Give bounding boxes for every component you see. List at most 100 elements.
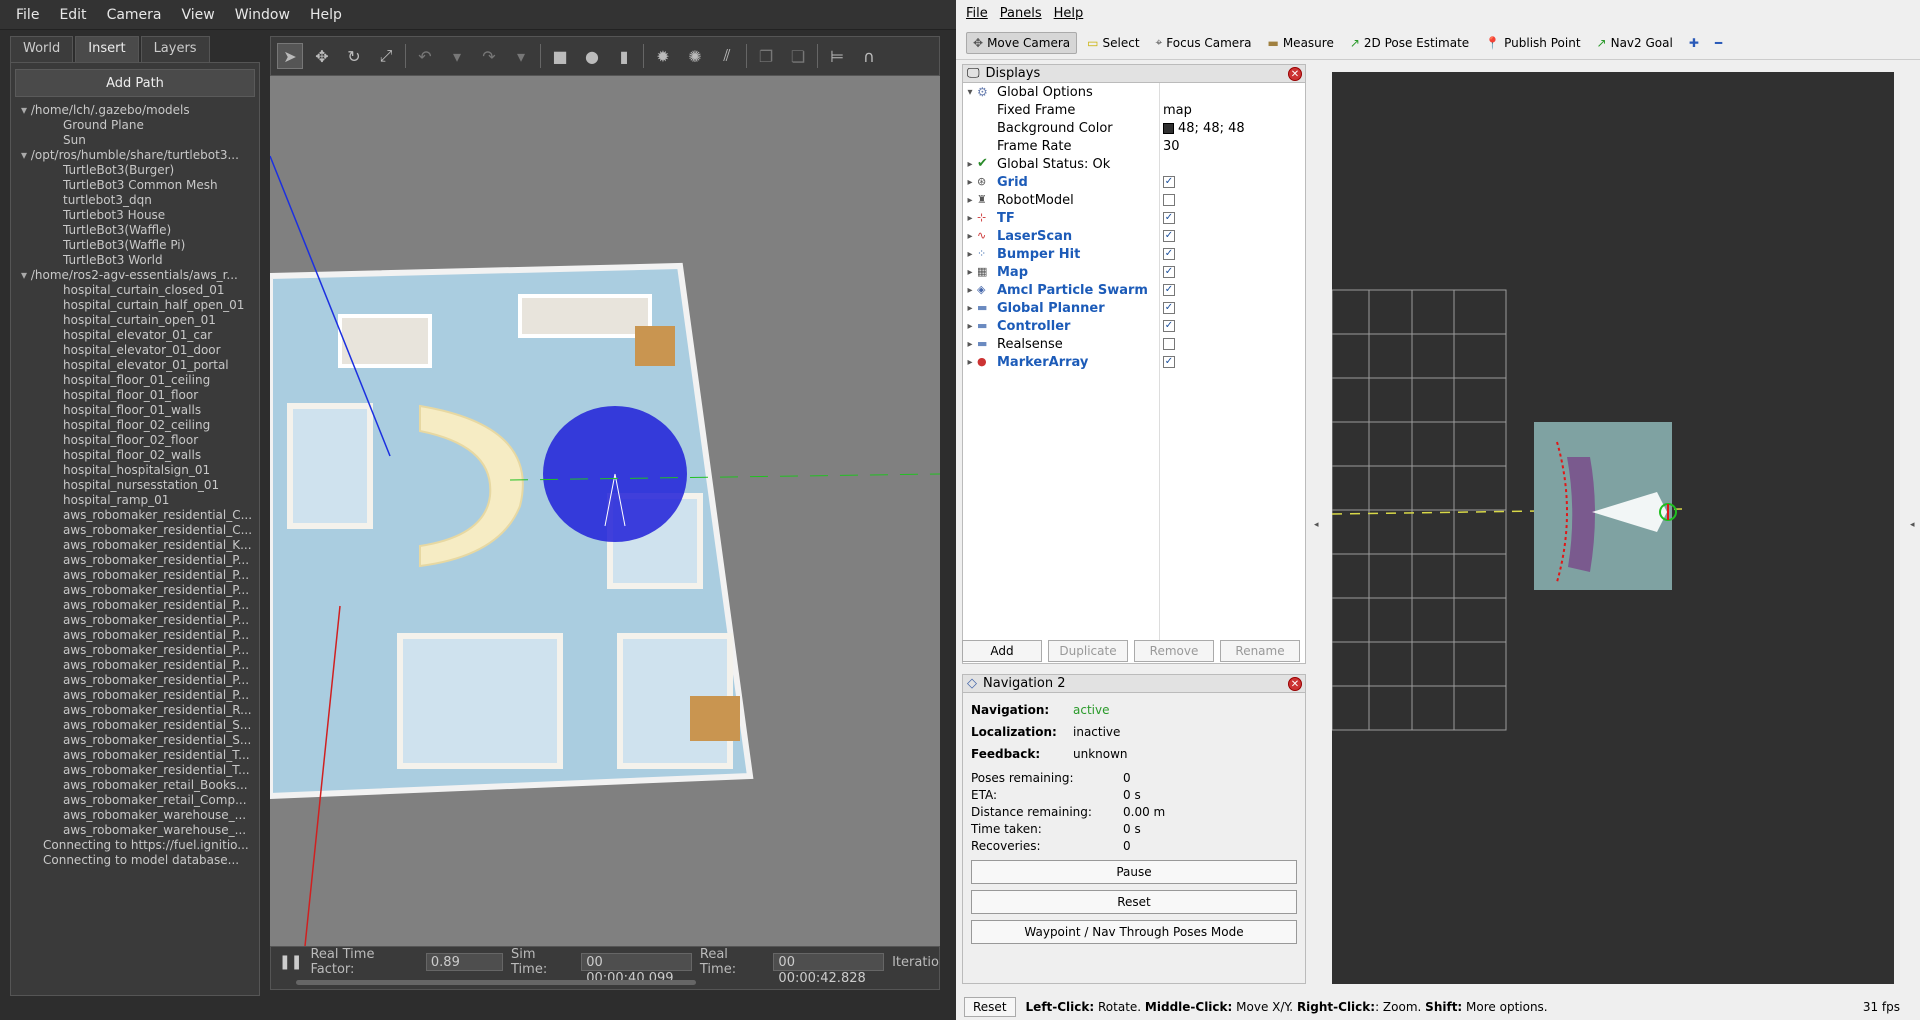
tool-pose-estimate[interactable]: ↗ 2D Pose Estimate <box>1344 33 1475 53</box>
display-checkbox[interactable]: ✓ <box>1163 320 1175 332</box>
tool-focus-camera[interactable]: ⌖ Focus Camera <box>1150 32 1258 53</box>
tree-folder[interactable]: /home/lch/.gazebo/models <box>15 103 259 118</box>
expand-icon[interactable]: ▸ <box>963 213 977 224</box>
menu-camera[interactable]: Camera <box>97 7 172 23</box>
tree-model-item[interactable]: aws_robomaker_retail_Comp... <box>15 793 259 808</box>
tree-model-item[interactable]: hospital_floor_01_floor <box>15 388 259 403</box>
rviz-menu-help[interactable]: Help <box>1048 6 1090 21</box>
menu-help[interactable]: Help <box>300 7 352 23</box>
box-icon[interactable]: ■ <box>547 43 573 69</box>
tree-model-item[interactable]: aws_robomaker_warehouse_... <box>15 808 259 823</box>
tree-model-item[interactable]: hospital_floor_02_walls <box>15 448 259 463</box>
display-row[interactable]: ▸ ♜ RobotModel <box>963 191 1305 209</box>
expand-icon[interactable]: ▸ <box>963 195 977 206</box>
display-checkbox[interactable]: ✓ <box>1163 248 1175 260</box>
status-scrollbar[interactable] <box>296 980 696 985</box>
undo-dropdown-icon[interactable]: ▾ <box>444 43 470 69</box>
expand-icon[interactable]: ▸ <box>963 249 977 260</box>
waypoint-mode-button[interactable]: Waypoint / Nav Through Poses Mode <box>971 920 1297 944</box>
display-checkbox[interactable]: ✓ <box>1163 302 1175 314</box>
tool-publish-point[interactable]: 📍 Publish Point <box>1479 33 1586 53</box>
display-checkbox[interactable]: ✓ <box>1163 266 1175 278</box>
option-row[interactable]: Frame Rate 30 <box>963 137 1305 155</box>
tree-model-item[interactable]: aws_robomaker_residential_P... <box>15 568 259 583</box>
display-row[interactable]: ▸ ⊛ Grid ✓ <box>963 173 1305 191</box>
tree-model-item[interactable]: Turtlebot3 House <box>15 208 259 223</box>
tree-model-item[interactable]: aws_robomaker_residential_P... <box>15 688 259 703</box>
tree-model-item[interactable]: aws_robomaker_retail_Books... <box>15 778 259 793</box>
rotate-icon[interactable]: ↻ <box>341 43 367 69</box>
tree-model-item[interactable]: aws_robomaker_residential_T... <box>15 763 259 778</box>
tree-model-item[interactable]: aws_robomaker_residential_R... <box>15 703 259 718</box>
display-checkbox[interactable]: ✓ <box>1163 284 1175 296</box>
tree-model-item[interactable]: TurtleBot3(Burger) <box>15 163 259 178</box>
tree-model-item[interactable]: hospital_floor_01_ceiling <box>15 373 259 388</box>
tree-model-item[interactable]: turtlebot3_dqn <box>15 193 259 208</box>
display-checkbox[interactable]: ✓ <box>1163 176 1175 188</box>
menu-edit[interactable]: Edit <box>49 7 96 23</box>
tree-model-item[interactable]: hospital_hospitalsign_01 <box>15 463 259 478</box>
tree-model-item[interactable]: aws_robomaker_residential_C... <box>15 523 259 538</box>
directional-light-icon[interactable]: ⫽ <box>714 43 740 69</box>
spot-light-icon[interactable]: ✺ <box>682 43 708 69</box>
tab-insert[interactable]: Insert <box>75 36 139 62</box>
tree-model-item[interactable]: aws_robomaker_residential_P... <box>15 628 259 643</box>
add-display-button[interactable]: Add <box>962 640 1042 662</box>
tree-model-item[interactable]: hospital_elevator_01_car <box>15 328 259 343</box>
expand-icon[interactable]: ▸ <box>963 285 977 296</box>
tree-model-item[interactable]: aws_robomaker_residential_K... <box>15 538 259 553</box>
cylinder-icon[interactable]: ▮ <box>611 43 637 69</box>
option-row[interactable]: Background Color 48; 48; 48 <box>963 119 1305 137</box>
collapse-left-icon[interactable]: ◂ <box>1314 520 1319 530</box>
tree-model-item[interactable]: TurtleBot3 World <box>15 253 259 268</box>
display-row[interactable]: ▸ ● MarkerArray ✓ <box>963 353 1305 371</box>
collapse-icon[interactable]: ▾ <box>963 87 977 98</box>
copy-icon[interactable]: ❐ <box>753 43 779 69</box>
translate-icon[interactable]: ✥ <box>309 43 335 69</box>
option-value[interactable]: 30 <box>1163 139 1180 154</box>
expand-icon[interactable]: ▸ <box>963 357 977 368</box>
add-path-button[interactable]: Add Path <box>15 69 255 97</box>
pause-button[interactable]: Pause <box>971 860 1297 884</box>
display-checkbox[interactable]: ✓ <box>1163 212 1175 224</box>
duplicate-display-button[interactable]: Duplicate <box>1048 640 1128 662</box>
expand-icon[interactable]: ▸ <box>963 321 977 332</box>
tree-model-item[interactable]: hospital_elevator_01_door <box>15 343 259 358</box>
pause-icon[interactable]: ❚❚ <box>279 954 302 970</box>
scale-icon[interactable]: ⤢ <box>373 43 399 69</box>
tab-layers[interactable]: Layers <box>140 36 210 62</box>
global-options-row[interactable]: ▾ ⚙ Global Options <box>963 83 1305 101</box>
tree-model-item[interactable]: hospital_nursesstation_01 <box>15 478 259 493</box>
menu-view[interactable]: View <box>172 7 225 23</box>
display-row[interactable]: ▸ ∿ LaserScan ✓ <box>963 227 1305 245</box>
tree-model-item[interactable]: hospital_floor_01_walls <box>15 403 259 418</box>
tree-model-item[interactable]: hospital_curtain_open_01 <box>15 313 259 328</box>
rviz-menu-panels[interactable]: Panels <box>994 6 1048 21</box>
tool-move-camera[interactable]: ✥ Move Camera <box>966 31 1078 54</box>
display-row[interactable]: ▸ ▬ Controller ✓ <box>963 317 1305 335</box>
remove-tool-icon[interactable]: ━ <box>1709 33 1728 53</box>
reset-view-button[interactable]: Reset <box>964 997 1016 1017</box>
tree-model-item[interactable]: aws_robomaker_residential_P... <box>15 673 259 688</box>
add-tool-icon[interactable]: ✚ <box>1683 33 1705 53</box>
display-checkbox[interactable]: ✓ <box>1163 356 1175 368</box>
menu-window[interactable]: Window <box>225 7 300 23</box>
global-status-row[interactable]: ▸ ✔ Global Status: Ok <box>963 155 1305 173</box>
tree-model-item[interactable]: aws_robomaker_residential_S... <box>15 718 259 733</box>
menu-file[interactable]: File <box>6 7 49 23</box>
tree-folder[interactable]: /opt/ros/humble/share/turtlebot3... <box>15 148 259 163</box>
display-row[interactable]: ▸ ◈ Amcl Particle Swarm ✓ <box>963 281 1305 299</box>
sphere-icon[interactable]: ● <box>579 43 605 69</box>
expand-icon[interactable]: ▸ <box>963 339 977 350</box>
display-row[interactable]: ▸ ⁘ Bumper Hit ✓ <box>963 245 1305 263</box>
option-value[interactable]: map <box>1163 103 1192 118</box>
tree-model-item[interactable]: aws_robomaker_residential_P... <box>15 658 259 673</box>
rename-display-button[interactable]: Rename <box>1220 640 1300 662</box>
display-row[interactable]: ▸ ▦ Map ✓ <box>963 263 1305 281</box>
display-checkbox[interactable] <box>1163 338 1175 350</box>
rviz-menu-file[interactable]: File <box>960 6 994 21</box>
close-icon[interactable]: ✕ <box>1288 677 1302 691</box>
tree-model-item[interactable]: aws_robomaker_residential_C... <box>15 508 259 523</box>
expand-icon[interactable]: ▸ <box>963 231 977 242</box>
redo-icon[interactable]: ↷ <box>476 43 502 69</box>
